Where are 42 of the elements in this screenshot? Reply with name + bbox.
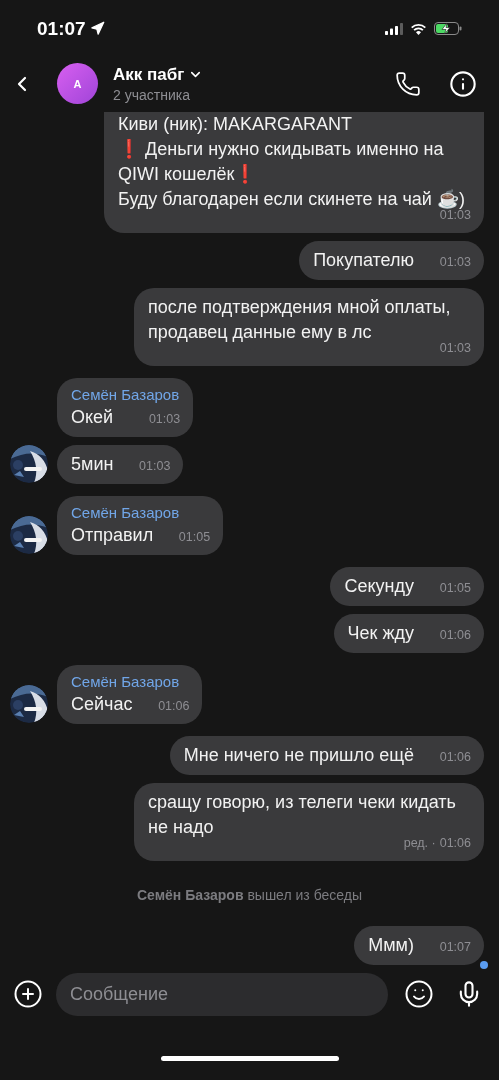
message-time: 01:05 xyxy=(439,580,471,598)
message-time: 01:06 xyxy=(439,749,471,767)
message-time: 01:03 xyxy=(139,458,171,476)
message-input[interactable]: Сообщение xyxy=(56,972,388,1016)
message-text: Сейчас xyxy=(71,694,133,715)
sender-name: Семён Базаров xyxy=(71,503,181,524)
message-text: Покупателю xyxy=(313,250,414,271)
system-notice: Семён Базаров вышел из беседы xyxy=(137,886,362,906)
call-button[interactable] xyxy=(395,70,421,97)
sender-name: Семён Базаров xyxy=(71,672,181,693)
clock-time: 01:07 xyxy=(37,16,86,41)
message-time: 01:06 xyxy=(439,627,471,645)
attach-button[interactable] xyxy=(13,979,43,1010)
chat-avatar: А xyxy=(57,63,98,105)
emoji-button[interactable] xyxy=(404,979,434,1010)
message-text: после подтверждения мной оплаты, продавец данные ему в лс xyxy=(148,297,451,343)
info-button[interactable] xyxy=(449,69,477,98)
wifi-icon xyxy=(410,22,427,35)
message-time: 01:03 xyxy=(148,411,181,429)
message-text: Отправил xyxy=(71,525,154,546)
message-text: Секунду xyxy=(344,576,414,597)
message-text: 5мин xyxy=(71,454,114,475)
message-time: 01:03 xyxy=(439,208,471,225)
sender-name: Семён Базаров xyxy=(71,385,180,406)
message-time: 01:06 xyxy=(158,698,190,716)
message-text: Чек жду xyxy=(347,623,414,644)
message-text: Окей xyxy=(71,407,114,428)
chat-title[interactable]: Акк пабг xyxy=(113,63,185,86)
message-text: Мне ничего не пришло ещё xyxy=(183,745,414,766)
message-time: 01:07 xyxy=(439,939,471,957)
signal-icon xyxy=(385,22,403,35)
message-time: 01:05 xyxy=(178,529,211,547)
message-time: 01:06 xyxy=(439,835,471,853)
message-text: Ммм) xyxy=(368,935,414,956)
message-time: 01:03 xyxy=(439,340,471,358)
battery-charging-icon xyxy=(434,22,462,36)
message-time: 01:03 xyxy=(439,254,471,272)
message-text: Киви (ник): MAKARGARANT ❗ Деньги нужно скидывать именно на QIWI кошелёк❗ Буду благодарен если скинете на чай ☕) xyxy=(118,114,465,210)
message-text: сращу говорю, из телеги чеки кидать не надо xyxy=(148,792,456,838)
member-count: 2 участника xyxy=(113,85,191,104)
edited-label: ред. · xyxy=(403,835,436,853)
location-arrow-icon xyxy=(89,21,105,37)
